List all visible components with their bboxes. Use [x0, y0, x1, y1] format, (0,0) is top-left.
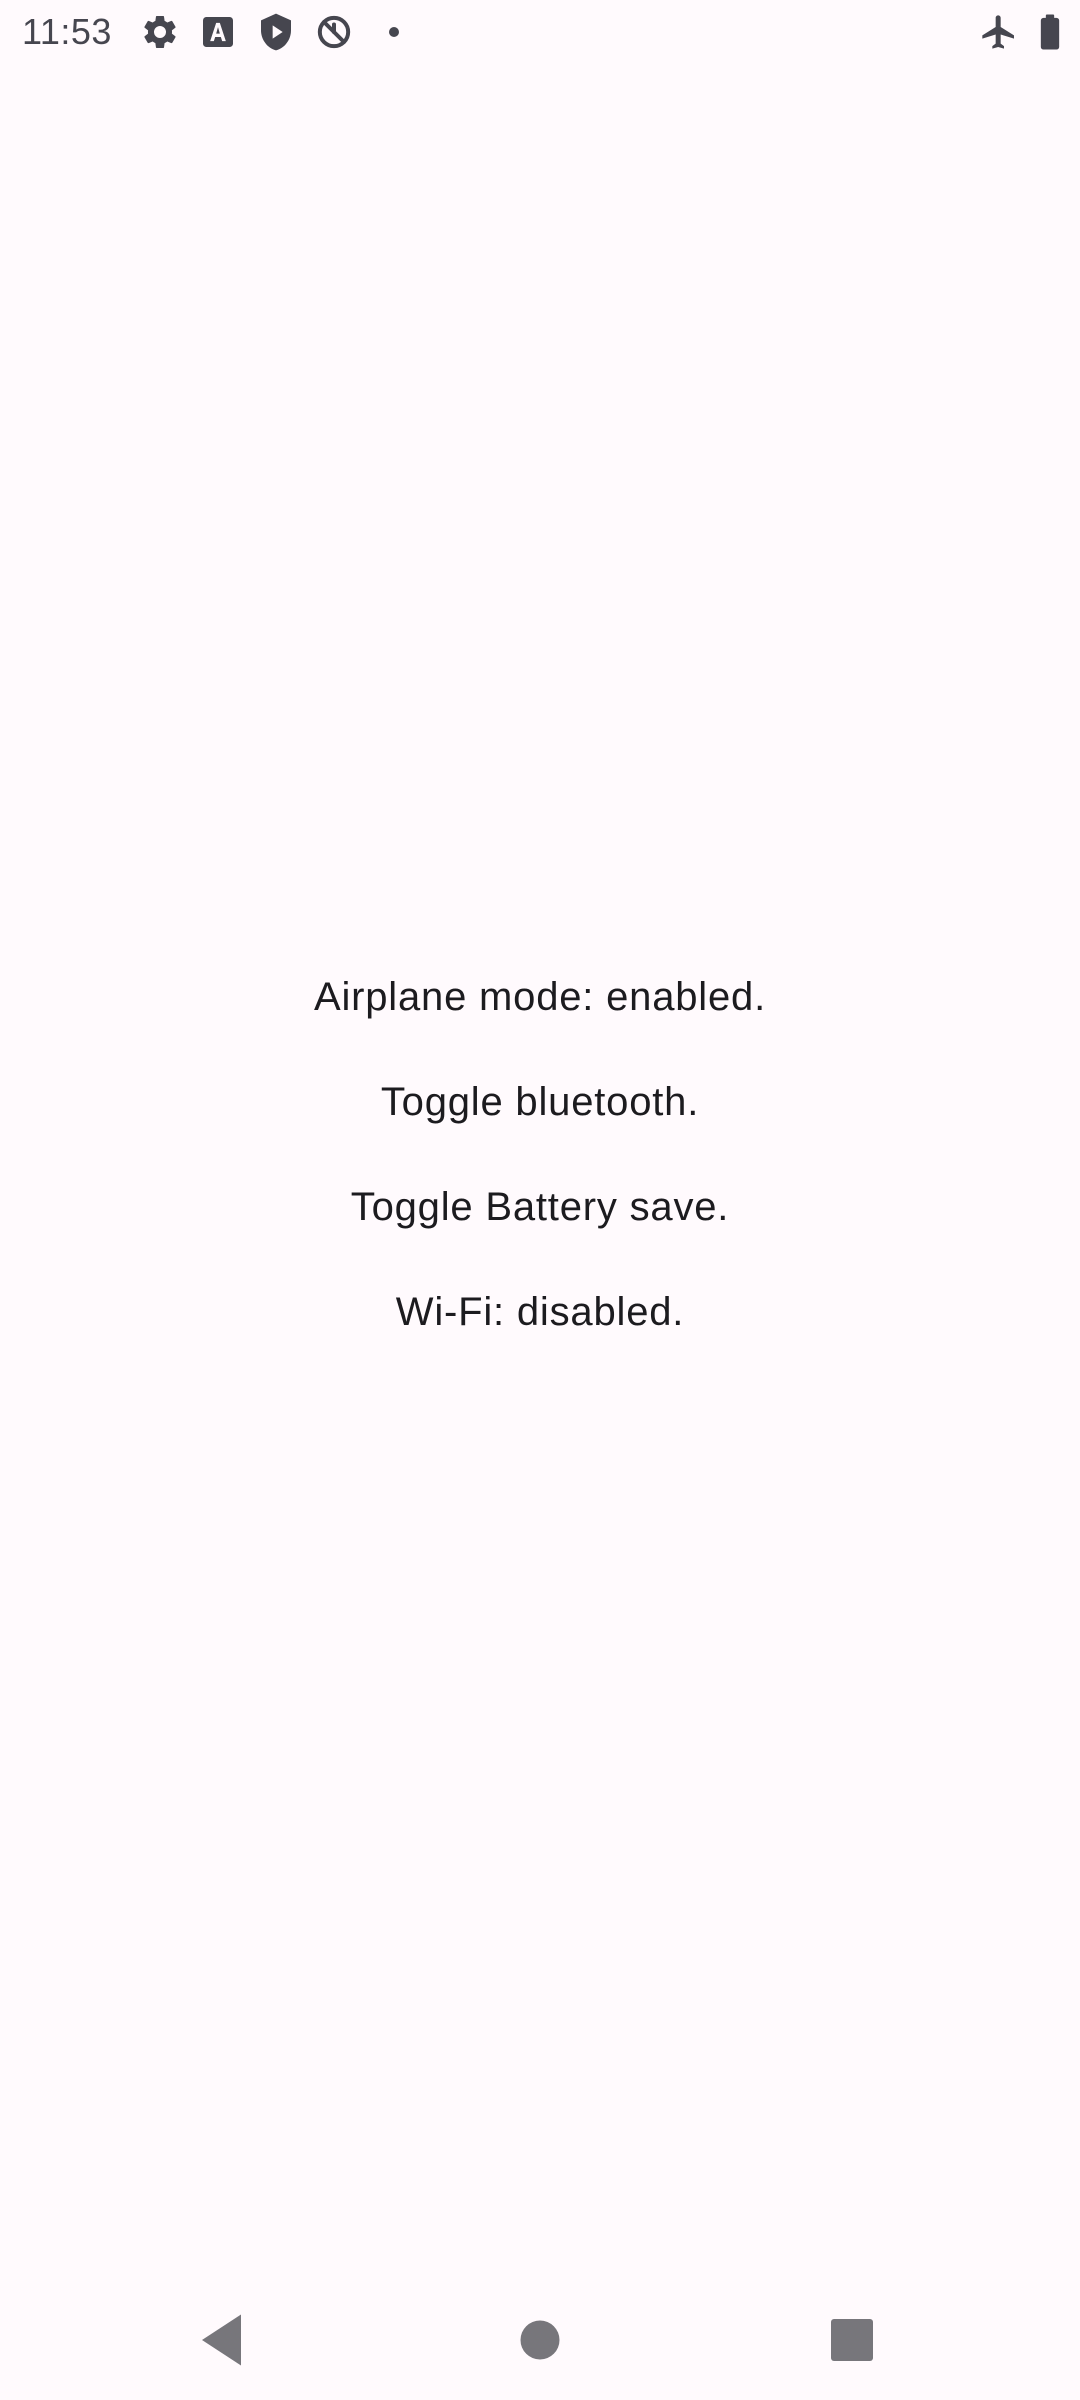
settings-icon	[140, 12, 180, 52]
notification-dot-icon	[374, 12, 414, 52]
status-bar: 11:53	[0, 0, 1080, 64]
status-time: 11:53	[22, 11, 112, 52]
recents-icon[interactable]	[816, 2304, 888, 2376]
airplane-mode-status-text: Airplane mode: enabled.	[313, 975, 767, 1019]
shield-play-icon	[256, 12, 296, 52]
battery-full-icon	[1030, 12, 1070, 52]
airplane-icon	[979, 12, 1019, 52]
text-a-icon	[198, 12, 238, 52]
home-icon[interactable]	[504, 2304, 576, 2376]
status-message-list: Airplane mode: enabled. Toggle bluetooth…	[0, 970, 1080, 1390]
wifi-status-text: Wi-Fi: disabled.	[395, 1290, 685, 1334]
sync-off-icon	[314, 12, 354, 52]
navigation-bar	[0, 2280, 1080, 2400]
bluetooth-toggle-text: Toggle bluetooth.	[380, 1080, 700, 1124]
battery-save-toggle-text: Toggle Battery save.	[350, 1185, 730, 1229]
back-icon[interactable]	[190, 2304, 262, 2376]
